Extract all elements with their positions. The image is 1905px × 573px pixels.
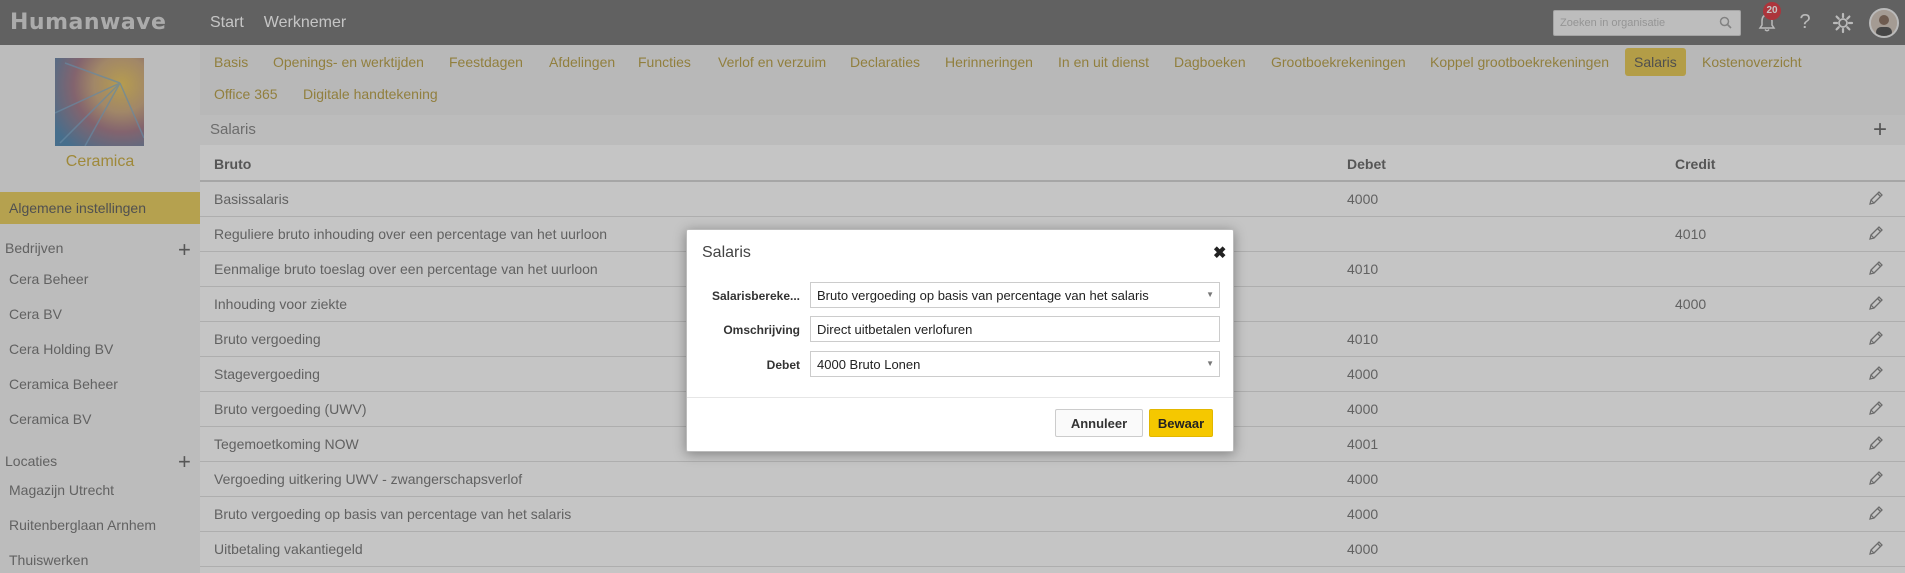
salarisberekening-select[interactable]: Bruto vergoeding op basis van percentage… (810, 282, 1220, 308)
debet-value: 4000 Bruto Lonen (817, 357, 921, 372)
cancel-button[interactable]: Annuleer (1055, 409, 1143, 437)
salaris-dialog: Salaris ✖ Salarisbereke... Bruto vergoed… (686, 229, 1234, 452)
salarisberekening-label: Salarisbereke... (711, 289, 800, 303)
close-icon[interactable]: ✖ (1213, 243, 1226, 263)
salarisberekening-value: Bruto vergoeding op basis van percentage… (817, 288, 1149, 303)
save-button[interactable]: Bewaar (1149, 409, 1213, 437)
dialog-footer-divider (687, 397, 1233, 398)
omschrijving-label: Omschrijving (723, 323, 800, 337)
debet-select[interactable]: 4000 Bruto Lonen ▼ (810, 351, 1220, 377)
dialog-title: Salaris (702, 244, 751, 261)
debet-label: Debet (766, 358, 800, 372)
omschrijving-input[interactable] (810, 316, 1220, 342)
chevron-down-icon: ▼ (1206, 290, 1214, 299)
chevron-down-icon: ▼ (1206, 359, 1214, 368)
